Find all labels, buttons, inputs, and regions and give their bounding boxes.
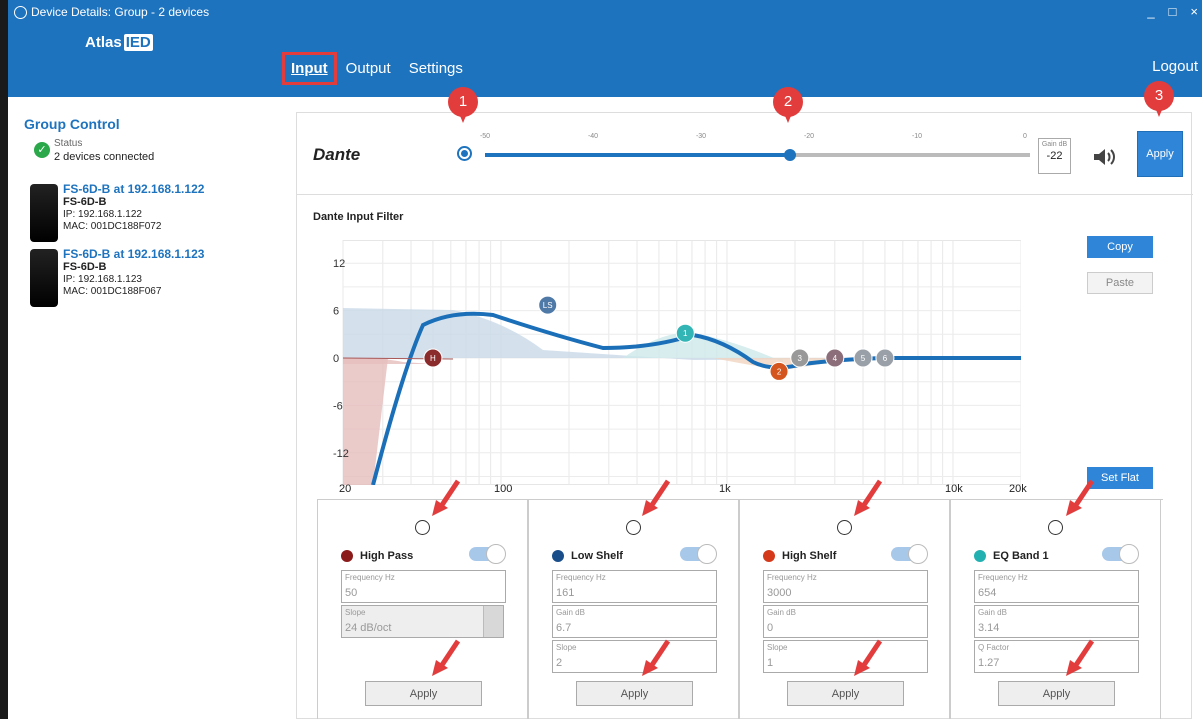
annotation-arrows [432,479,1095,676]
app-window: Device Details: Group - 2 devices _ □ × … [0,0,1202,719]
